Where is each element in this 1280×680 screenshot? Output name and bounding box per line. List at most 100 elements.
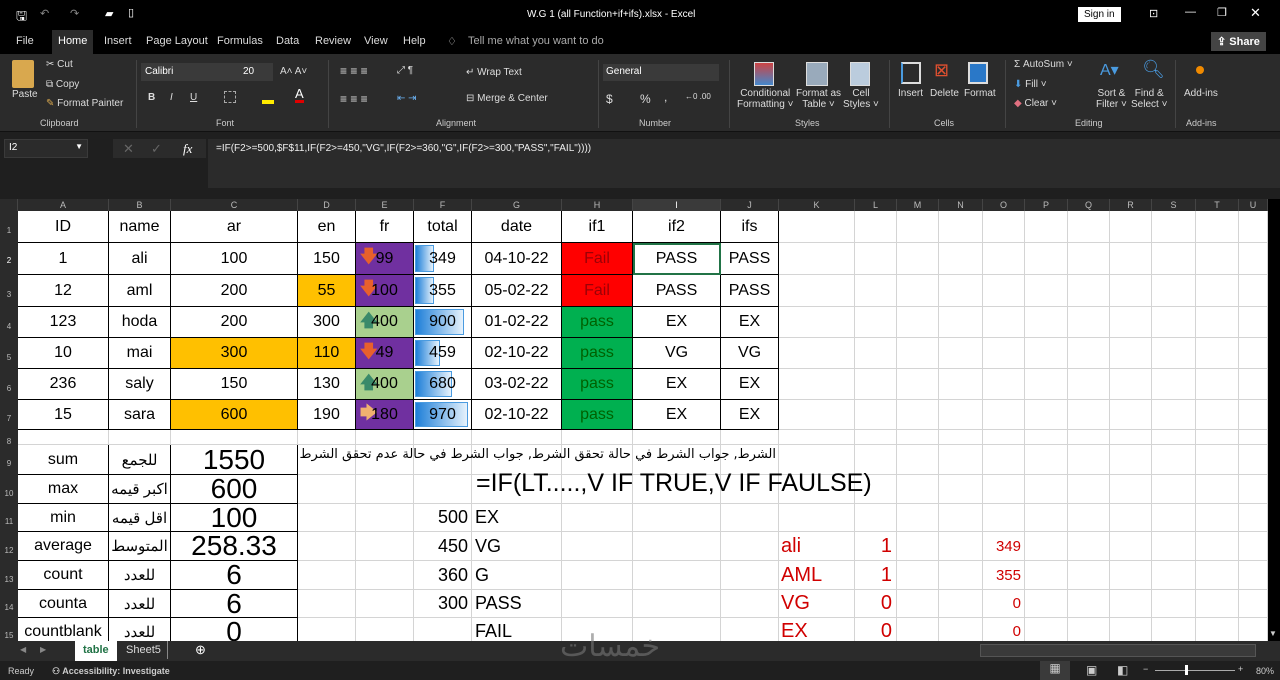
cell[interactable] [562, 532, 633, 561]
cell[interactable] [1152, 243, 1196, 275]
insert-button[interactable]: Insert [898, 88, 923, 99]
data-cell[interactable]: 01-02-22 [472, 307, 562, 338]
count-label[interactable]: ali [779, 532, 855, 561]
table-header-cell[interactable]: ar [171, 211, 298, 243]
stat-label[interactable]: max [18, 475, 109, 504]
cell[interactable] [1068, 275, 1110, 307]
column-header-H[interactable]: H [562, 199, 633, 211]
row-header-1[interactable]: 1 [0, 211, 18, 243]
cell[interactable] [1239, 618, 1268, 641]
font-name-select[interactable]: Calibri [141, 63, 239, 81]
row-header-13[interactable]: 13 [0, 561, 18, 590]
bold-button[interactable]: B [148, 92, 155, 103]
cell[interactable] [897, 400, 939, 430]
zoom-in-icon[interactable]: + [1238, 664, 1243, 674]
cell[interactable] [298, 590, 356, 618]
cell[interactable] [414, 475, 472, 504]
cell[interactable] [356, 504, 414, 532]
cell[interactable] [855, 211, 897, 243]
cell[interactable] [1239, 561, 1268, 590]
italic-button[interactable]: I [170, 92, 173, 103]
cell[interactable] [1196, 445, 1239, 475]
data-cell[interactable]: aml [109, 275, 171, 307]
cell[interactable] [1196, 430, 1239, 445]
row-header-14[interactable]: 14 [0, 590, 18, 618]
cell[interactable] [721, 532, 779, 561]
cell[interactable] [356, 561, 414, 590]
cell[interactable] [1110, 211, 1152, 243]
data-cell[interactable]: EX [721, 307, 779, 338]
cell[interactable] [562, 561, 633, 590]
select-all-corner[interactable] [0, 199, 18, 211]
decimal-icon[interactable]: ←0 .00 [685, 92, 711, 101]
cell[interactable] [1025, 618, 1068, 641]
percent-button[interactable]: % [640, 92, 651, 106]
column-header-A[interactable]: A [18, 199, 109, 211]
cell[interactable] [897, 307, 939, 338]
cell[interactable] [1025, 445, 1068, 475]
cell[interactable] [633, 430, 721, 445]
stat-arabic-label[interactable]: للعدد [109, 561, 171, 590]
data-cell[interactable]: 130 [298, 369, 356, 400]
cell[interactable] [1068, 338, 1110, 369]
table-header-cell[interactable]: if1 [562, 211, 633, 243]
cell[interactable] [109, 430, 171, 445]
data-cell[interactable]: pass [562, 307, 633, 338]
tab-formulas[interactable]: Formulas [217, 35, 263, 47]
cell[interactable] [983, 430, 1025, 445]
cell[interactable] [779, 504, 855, 532]
cell[interactable] [1025, 211, 1068, 243]
cell[interactable] [414, 430, 472, 445]
currency-button[interactable]: $ [606, 92, 613, 106]
zoom-level[interactable]: 80% [1256, 666, 1274, 676]
data-cell[interactable]: 600 [171, 400, 298, 430]
column-header-T[interactable]: T [1196, 199, 1239, 211]
row-header-8[interactable]: 8 [0, 430, 18, 446]
cell[interactable] [897, 275, 939, 307]
data-cell[interactable]: 15 [18, 400, 109, 430]
font-size-select[interactable]: 20 [239, 63, 273, 81]
cell[interactable] [1025, 532, 1068, 561]
count-total[interactable]: 0 [983, 618, 1025, 641]
sheet-tab-sheet5[interactable]: Sheet5 [120, 641, 168, 659]
cell[interactable] [1068, 590, 1110, 618]
cell[interactable] [1025, 275, 1068, 307]
stat-label[interactable]: average [18, 532, 109, 561]
cell[interactable] [983, 275, 1025, 307]
cell[interactable] [1239, 590, 1268, 618]
add-ins-button[interactable]: Add-ins [1184, 88, 1218, 99]
format-button[interactable]: Format [964, 88, 996, 99]
share-button[interactable]: ⇪ Share [1211, 32, 1266, 51]
sheet-tab-table[interactable]: table [75, 641, 117, 661]
cell[interactable] [1196, 532, 1239, 561]
cell[interactable] [1110, 338, 1152, 369]
cell[interactable] [897, 532, 939, 561]
stat-arabic-label[interactable]: اقل قيمه [109, 504, 171, 532]
zoom-out-icon[interactable]: − [1143, 664, 1148, 674]
column-header-P[interactable]: P [1025, 199, 1068, 211]
data-cell[interactable]: 55 [298, 275, 356, 307]
cell[interactable] [939, 243, 983, 275]
column-header-I[interactable]: I [633, 199, 721, 211]
grade-threshold[interactable] [414, 618, 472, 641]
cell[interactable] [897, 430, 939, 445]
fr-cell[interactable]: 🡅 400 [356, 369, 414, 400]
cell[interactable] [1068, 400, 1110, 430]
cell[interactable] [1196, 400, 1239, 430]
row-header-6[interactable]: 6 [0, 369, 18, 400]
cell[interactable] [1239, 532, 1268, 561]
stat-label[interactable]: counta [18, 590, 109, 618]
cell[interactable] [1068, 561, 1110, 590]
data-cell[interactable]: 200 [171, 307, 298, 338]
scroll-down-icon[interactable]: ▼ [1269, 629, 1277, 638]
align-top-icon[interactable]: ≡ ≡ ≡ [340, 64, 368, 78]
horizontal-scrollbar[interactable] [980, 644, 1256, 657]
data-cell[interactable]: hoda [109, 307, 171, 338]
grade-label[interactable]: G [472, 561, 562, 590]
stat-value[interactable]: 6 [171, 559, 298, 590]
redo-icon[interactable]: ↷ [70, 7, 79, 20]
cell[interactable] [1152, 275, 1196, 307]
data-cell[interactable]: PASS [633, 275, 721, 307]
cut-button[interactable]: ✂ Cut [46, 59, 73, 70]
column-header-S[interactable]: S [1152, 199, 1196, 211]
